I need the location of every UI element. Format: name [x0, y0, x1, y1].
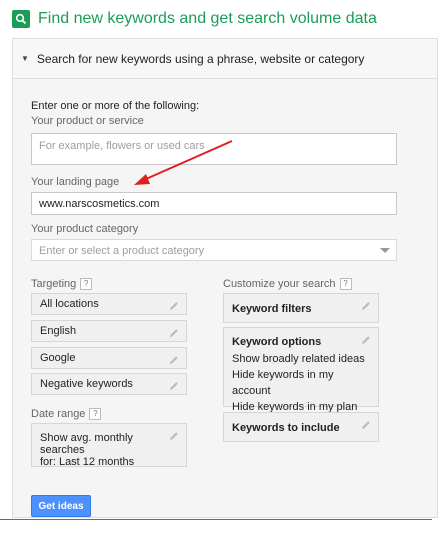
- targeting-label: Targeting: [31, 278, 77, 290]
- keywords-to-include-tile[interactable]: Keywords to include: [223, 412, 379, 442]
- landing-page-input[interactable]: www.narscosmetics.com: [31, 192, 397, 215]
- page-title-row: Find new keywords and get search volume …: [12, 8, 377, 30]
- landing-page-label: Your landing page: [31, 176, 120, 188]
- pencil-icon: [170, 382, 178, 390]
- pencil-icon: [362, 336, 370, 344]
- targeting-item-label: Negative keywords: [40, 378, 133, 390]
- form-intro: Enter one or more of the following:: [31, 100, 200, 112]
- pencil-icon: [170, 432, 178, 440]
- keyword-options-title: Keyword options: [232, 336, 322, 348]
- date-range-line1: Show avg. monthly searches: [40, 432, 133, 456]
- pencil-icon: [170, 302, 178, 310]
- targeting-item-label: English: [40, 325, 77, 337]
- section-title: Search for new keywords using a phrase, …: [36, 51, 365, 66]
- help-icon[interactable]: ?: [339, 278, 352, 291]
- category-label: Your product category: [31, 223, 139, 235]
- targeting-locations[interactable]: All locations: [31, 293, 187, 315]
- customize-label: Customize your search: [223, 278, 336, 290]
- search-icon: [12, 10, 30, 28]
- dropdown-arrow-icon: [380, 248, 390, 253]
- help-icon[interactable]: ?: [89, 408, 102, 421]
- bottom-divider: [0, 519, 432, 520]
- category-select[interactable]: Enter or select a product category: [31, 239, 397, 261]
- pencil-icon: [362, 302, 370, 310]
- product-input[interactable]: For example, flowers or used cars: [31, 133, 397, 165]
- keyword-option: Show broadly related ideas: [232, 353, 365, 365]
- date-range-line2: for: Last 12 months: [40, 456, 135, 468]
- targeting-negative-keywords[interactable]: Negative keywords: [31, 373, 187, 395]
- targeting-item-label: All locations: [40, 298, 99, 310]
- keyword-filters-tile[interactable]: Keyword filters: [223, 293, 379, 323]
- targeting-language[interactable]: English: [31, 320, 187, 342]
- get-ideas-button[interactable]: Get ideas: [31, 495, 91, 517]
- pencil-icon: [170, 329, 178, 337]
- date-range-tile[interactable]: Show avg. monthly searches for: Last 12 …: [31, 423, 187, 468]
- category-placeholder: Enter or select a product category: [39, 245, 205, 257]
- targeting-network[interactable]: Google: [31, 347, 187, 369]
- pencil-icon: [170, 356, 178, 364]
- search-panel: ▼ Search for new keywords using a phrase…: [12, 38, 438, 518]
- section-toggle[interactable]: ▼ Search for new keywords using a phrase…: [13, 39, 437, 79]
- keywords-to-include-title: Keywords to include: [232, 422, 340, 434]
- caret-down-icon: ▼: [21, 54, 29, 63]
- keyword-option: Hide keywords in my account: [232, 369, 334, 397]
- date-range-heading: Date range?: [31, 408, 102, 421]
- customize-heading: Customize your search?: [223, 278, 352, 291]
- keyword-filters-title: Keyword filters: [232, 303, 312, 315]
- help-icon[interactable]: ?: [80, 278, 93, 291]
- product-label: Your product or service: [31, 115, 144, 127]
- targeting-heading: Targeting?: [31, 278, 93, 291]
- page-title: Find new keywords and get search volume …: [38, 10, 377, 27]
- date-range-label: Date range: [31, 408, 86, 420]
- targeting-item-label: Google: [40, 352, 76, 364]
- keyword-options-tile[interactable]: Keyword options Show broadly related ide…: [223, 327, 379, 413]
- pencil-icon: [362, 421, 370, 429]
